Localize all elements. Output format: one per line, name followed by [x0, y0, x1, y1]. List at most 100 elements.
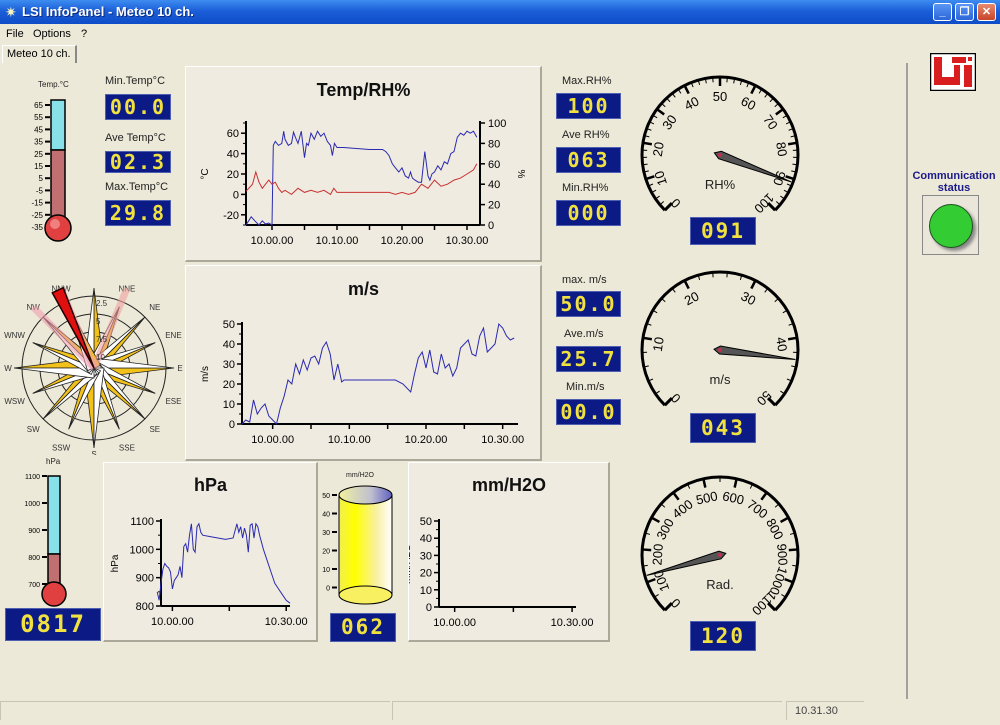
y2-tick-label: 0	[488, 220, 494, 232]
hpa-scale: 1100 1000 900 800 700	[24, 474, 47, 589]
rose-direction-label: SE	[149, 425, 160, 434]
min-temp-display: 00.0	[105, 94, 171, 120]
gauge-tick-label: 600	[721, 488, 745, 507]
rain-chart: 0 10 20 30 40 50 mm/H2O 10.00.00 10.30.00	[409, 516, 594, 629]
gauge-hub	[718, 553, 722, 557]
y-axis-label: °C	[200, 168, 211, 179]
temp-scale-label: -5	[36, 186, 44, 195]
y-tick-label: 20	[223, 379, 235, 391]
radiation-gauge: 0100200300400500 60070080090010001100Rad.	[640, 475, 800, 618]
temp-scale-label: -25	[31, 211, 43, 220]
max-ms-display: 50.0	[556, 291, 621, 317]
rose-ring-label: 2.5	[96, 299, 108, 308]
status-time: 10.31.30	[786, 701, 864, 720]
y2-tick-label: 80	[488, 138, 500, 150]
y2-tick-label: 40	[488, 179, 500, 191]
restore-button[interactable]: ❐	[955, 3, 974, 21]
rose-direction-label: ENE	[165, 331, 181, 340]
gauge-major-tick	[650, 516, 661, 524]
cylinder-body	[339, 495, 392, 595]
max-rh-label: Max.RH%	[562, 75, 612, 87]
pressure-readout: 0817	[5, 608, 101, 641]
gauge-minor-tick	[774, 298, 779, 303]
pressure-thermometer-label: hPa	[46, 457, 61, 466]
y-axis-label: m/s	[200, 366, 211, 382]
x-tick-label: 10.20.00	[381, 235, 424, 247]
menu-file[interactable]: File	[6, 28, 24, 40]
rain-scale-label: 50	[322, 493, 330, 500]
gauge-unit-label: Rad.	[706, 577, 733, 592]
y2-axis-label: %	[515, 170, 526, 179]
x-tick-label: 10.10.00	[328, 434, 371, 446]
y-tick-label: 0	[229, 419, 235, 431]
gauge-unit-label: m/s	[710, 372, 731, 387]
pressure-chart-panel: hPa 800 900 1000 1100 hPa 10.00.00 10.30.00	[103, 462, 318, 642]
temp-scale-label: 55	[34, 113, 43, 122]
gauge-minor-tick	[769, 97, 774, 103]
tab-meteo-10ch[interactable]: Meteo 10 ch.	[2, 45, 77, 63]
gauge-major-tick	[672, 491, 680, 501]
rain-scale-label: 30	[322, 530, 330, 537]
x-tick-label: 10.10.00	[316, 235, 359, 247]
gauge-tick-label: 50	[754, 388, 775, 409]
gauge-tick-label: 80	[773, 141, 790, 158]
menu-options[interactable]: Options	[33, 28, 71, 40]
title-bar[interactable]: ✷ LSI InfoPanel - Meteo 10 ch. _ ❐ ✕	[0, 0, 1000, 24]
sun-icon: ✷	[5, 4, 17, 20]
close-button[interactable]: ✕	[977, 3, 996, 21]
gauge-unit-label: RH%	[705, 177, 736, 192]
rain-cylinder-label: mm/H2O	[346, 472, 374, 479]
x-tick-label: 10.00.00	[251, 235, 294, 247]
cylinder-top	[338, 485, 393, 505]
gauge-tick-label: 20	[682, 288, 702, 308]
gauge-tick-label: 10	[651, 169, 670, 187]
gauge-minor-tick	[659, 201, 665, 206]
min-rh-display: 000	[556, 200, 621, 226]
y-tick-label: 10	[223, 399, 235, 411]
gauge-tick-label: 30	[739, 288, 759, 308]
rose-direction-label: ESE	[165, 397, 181, 406]
y-tick-label: -20	[223, 210, 239, 222]
gauge-tick-label: 500	[695, 488, 719, 507]
temp-scale: 65 55 45 35 25 15 5 -5 -15 -25 -35	[31, 101, 50, 232]
max-temp-label: Max.Temp°C	[105, 181, 169, 193]
rain-cylinder: 50 40 30 20 10 0	[322, 485, 393, 605]
x-tick-label: 10.00.00	[151, 616, 194, 628]
communication-status-label: Communication status	[912, 170, 996, 194]
status-led-icon	[929, 204, 973, 248]
temp-scale-label: 15	[34, 162, 43, 171]
y-tick-label: 1000	[130, 544, 154, 556]
rose-ring-label: 10	[96, 353, 105, 362]
min-rh-label: Min.RH%	[562, 182, 609, 194]
gauge-major-tick	[779, 516, 790, 524]
y-tick-label: 10	[420, 585, 432, 597]
thermo-empty	[47, 475, 61, 555]
y-tick-label: 1100	[130, 516, 154, 528]
pressure-chart: 800 900 1000 1100 hPa 10.00.00 10.30.00	[110, 516, 308, 628]
ave-temp-label: Ave Temp°C	[105, 132, 166, 144]
x-tick-label: 10.30.00	[551, 617, 594, 629]
x-tick-label: 10.00.00	[433, 617, 476, 629]
gauge-minor-tick	[774, 503, 780, 508]
x-tick-label: 10.30.00	[446, 235, 489, 247]
rain-readout: 062	[330, 613, 396, 642]
gauge-minor-tick	[774, 103, 779, 108]
gauge-tick-label: 40	[682, 93, 702, 113]
min-ms-label: Min.m/s	[566, 381, 605, 393]
temp-scale-label: -15	[31, 199, 43, 208]
gauge-major-tick	[750, 279, 757, 290]
ave-rh-label: Ave RH%	[562, 129, 610, 141]
rain-scale-label: 10	[322, 567, 330, 574]
temp-scale-label: 45	[34, 125, 43, 134]
min-temp-label: Min.Temp°C	[105, 75, 166, 87]
gauge-minor-tick	[666, 97, 671, 103]
gauge-tick-label: 400	[669, 496, 695, 521]
pressure-thermometer: 1100 1000 900 800 700	[24, 474, 67, 607]
minimize-button[interactable]: _	[933, 3, 952, 21]
y-tick-label: 0	[426, 602, 432, 614]
y2-tick-label: 100	[488, 118, 506, 130]
x-tick-label: 10.20.00	[405, 434, 448, 446]
menu-help[interactable]: ?	[81, 28, 87, 40]
rain-scale-label: 0	[326, 586, 330, 593]
thermo-empty	[50, 99, 66, 151]
